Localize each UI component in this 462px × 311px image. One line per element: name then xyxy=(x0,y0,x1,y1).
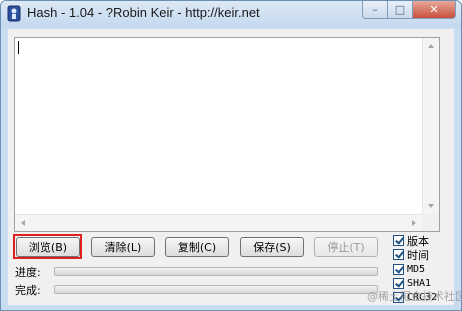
progress-bar xyxy=(54,267,378,276)
caption-buttons: – □ ✕ xyxy=(362,1,456,21)
horizontal-scrollbar[interactable] xyxy=(15,214,422,231)
time-checkbox[interactable] xyxy=(393,249,404,260)
version-checkbox[interactable] xyxy=(393,235,404,246)
done-label: 完成: xyxy=(15,284,41,297)
md5-checkbox[interactable] xyxy=(393,264,404,275)
clear-button[interactable]: 清除(L) xyxy=(91,237,155,257)
scroll-up-arrow-icon[interactable] xyxy=(428,44,434,48)
progress-label: 进度: xyxy=(15,266,41,279)
title-bar[interactable]: Hash - 1.04 - ?Robin Keir - http://keir.… xyxy=(1,1,461,27)
close-icon: ✕ xyxy=(429,3,439,16)
watermark-text: @稀土掘金技术社区 xyxy=(367,290,462,303)
done-bar xyxy=(54,285,378,294)
scroll-left-arrow-icon[interactable] xyxy=(21,220,25,226)
hash-window: Hash - 1.04 - ?Robin Keir - http://keir.… xyxy=(0,0,462,311)
maximize-button[interactable]: □ xyxy=(388,1,413,19)
window-title: Hash - 1.04 - ?Robin Keir - http://keir.… xyxy=(27,5,260,20)
md5-label: MD5 xyxy=(407,264,426,275)
minimize-icon: – xyxy=(372,3,378,16)
hash-app-icon xyxy=(7,5,21,22)
scroll-down-arrow-icon[interactable] xyxy=(428,204,434,208)
browse-button[interactable]: 浏览(B) xyxy=(16,237,80,257)
vertical-scrollbar[interactable] xyxy=(422,38,439,214)
text-caret xyxy=(18,41,19,54)
scrollbar-corner xyxy=(422,214,439,231)
option-version[interactable]: 版本 xyxy=(393,234,429,248)
hash-output-textarea[interactable] xyxy=(14,37,440,232)
maximize-icon: □ xyxy=(394,3,406,16)
option-time[interactable]: 时间 xyxy=(393,248,429,262)
save-button[interactable]: 保存(S) xyxy=(240,237,304,257)
scroll-right-arrow-icon[interactable] xyxy=(412,220,416,226)
copy-button[interactable]: 复制(C) xyxy=(165,237,229,257)
close-button[interactable]: ✕ xyxy=(413,1,456,19)
minimize-button[interactable]: – xyxy=(362,1,388,19)
client-area: 浏览(B) 清除(L) 复制(C) 保存(S) 停止(T) 进度: 完成: 版本… xyxy=(8,29,454,305)
stop-button[interactable]: 停止(T) xyxy=(314,237,378,257)
time-label: 时间 xyxy=(407,248,429,262)
option-md5[interactable]: MD5 xyxy=(393,263,425,276)
